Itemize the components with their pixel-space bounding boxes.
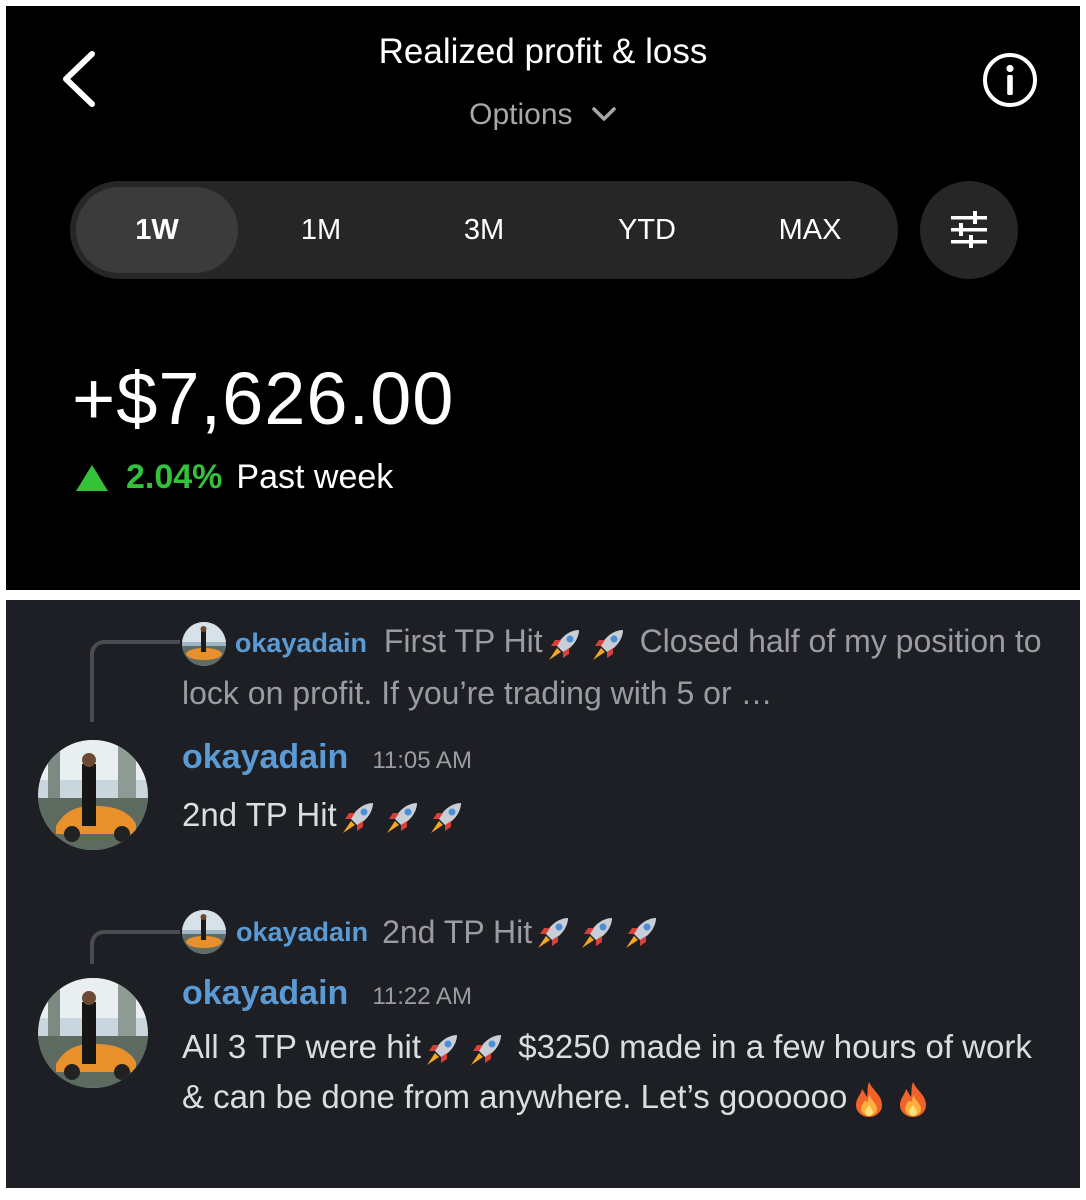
realized-pnl-amount: +$7,626.00 <box>72 357 455 440</box>
range-ytd-button[interactable]: YTD <box>566 187 728 273</box>
reply-preview[interactable]: okayadain First TP Hit Closed half of my… <box>182 616 1062 718</box>
pnl-panel: Realized profit & loss Options 1W 1M 3M … <box>6 6 1080 590</box>
message-username[interactable]: okayadain <box>182 974 348 1013</box>
message-text-content: All 3 TP were hit <box>182 1028 422 1065</box>
filter-button[interactable] <box>920 181 1018 279</box>
fire-emoji-icon <box>893 1079 933 1119</box>
avatar <box>182 621 226 666</box>
message-text-content: 2nd TP Hit <box>182 796 337 833</box>
message-header: okayadain 11:22 AM <box>182 974 472 1013</box>
change-period: Past week <box>236 458 394 496</box>
rocket-emoji-icon <box>383 797 423 837</box>
change-percent: 2.04% <box>126 458 223 496</box>
page-title: Realized profit & loss <box>378 32 708 71</box>
message-text: 2nd TP Hit <box>182 790 1052 840</box>
reply-thread-line <box>90 930 180 964</box>
account-type-label: Options <box>469 98 573 131</box>
pnl-change: 2.04% Past week <box>76 458 393 497</box>
reply-thread-line <box>90 640 180 722</box>
message-username[interactable]: okayadain <box>182 738 348 777</box>
message-timestamp: 11:22 AM <box>372 983 472 1010</box>
reply-preview[interactable]: okayadain 2nd TP Hit <box>182 910 664 954</box>
range-1w-button[interactable]: 1W <box>76 187 238 273</box>
rocket-emoji-icon <box>622 912 662 952</box>
message-text: All 3 TP were hit $3250 made in a few ho… <box>182 1022 1052 1122</box>
rocket-emoji-icon <box>467 1029 507 1069</box>
reply-text: First TP Hit <box>383 623 543 659</box>
info-icon[interactable] <box>982 52 1038 108</box>
rocket-emoji-icon <box>423 1029 463 1069</box>
rocket-emoji-icon <box>545 624 585 664</box>
reply-text: 2nd TP Hit <box>382 913 533 950</box>
rocket-emoji-icon <box>534 912 574 952</box>
time-range-selector: 1W 1M 3M YTD MAX <box>70 181 898 279</box>
rocket-emoji-icon <box>578 912 618 952</box>
chat-panel: okayadain First TP Hit Closed half of my… <box>6 600 1080 1188</box>
avatar[interactable] <box>38 978 148 1088</box>
reply-username[interactable]: okayadain <box>236 917 368 948</box>
reply-username[interactable]: okayadain <box>235 628 367 658</box>
range-max-button[interactable]: MAX <box>729 187 891 273</box>
rocket-emoji-icon <box>589 624 629 664</box>
sliders-icon <box>951 211 987 248</box>
range-3m-button[interactable]: 3M <box>403 187 565 273</box>
avatar <box>182 910 226 954</box>
message-timestamp: 11:05 AM <box>372 747 472 774</box>
account-type-dropdown[interactable]: Options <box>6 98 1080 132</box>
up-triangle-icon <box>76 464 108 491</box>
rocket-emoji-icon <box>427 797 467 837</box>
rocket-emoji-icon <box>339 797 379 837</box>
fire-emoji-icon <box>849 1079 889 1119</box>
chevron-down-icon <box>591 97 617 131</box>
message-header: okayadain 11:05 AM <box>182 738 472 777</box>
range-1m-button[interactable]: 1M <box>240 187 402 273</box>
avatar[interactable] <box>38 740 148 850</box>
